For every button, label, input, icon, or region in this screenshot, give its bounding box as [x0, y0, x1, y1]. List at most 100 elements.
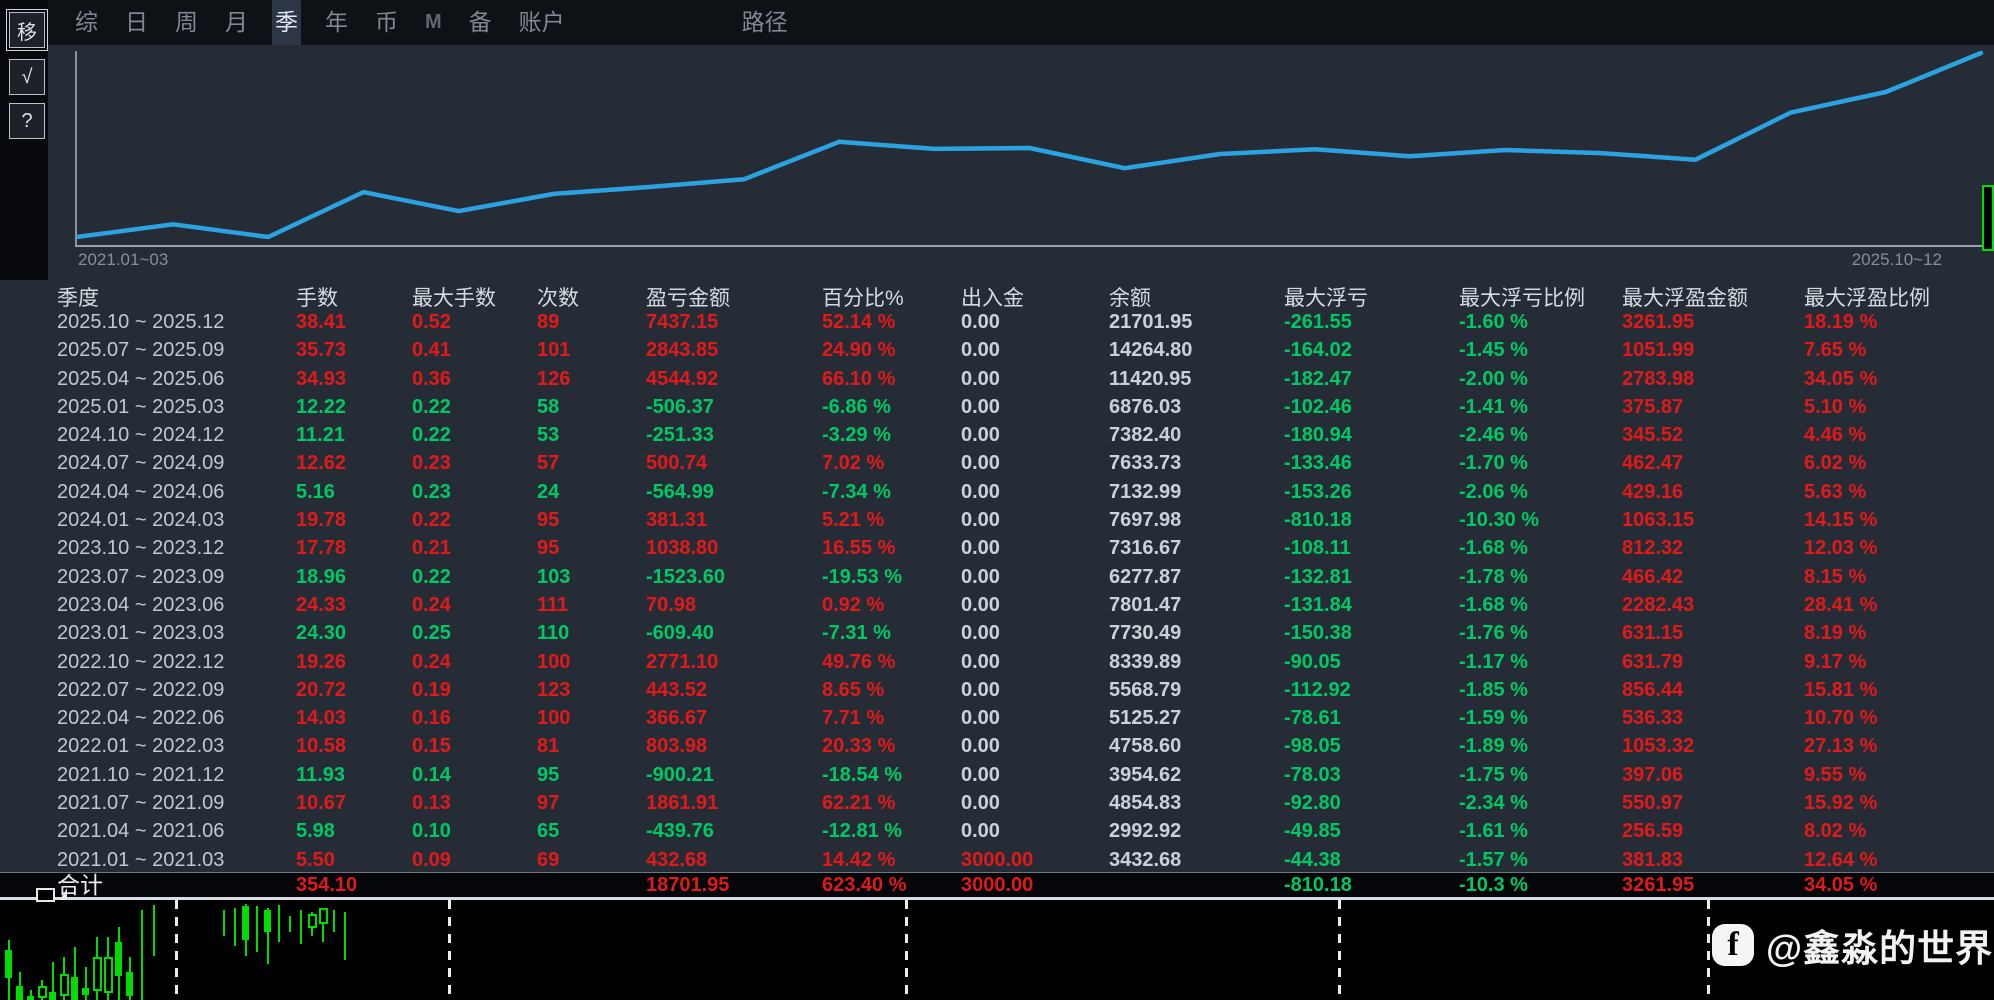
cell-max_fp: 631.15 [1622, 619, 1804, 647]
cell-max_dd: -108.11 [1284, 534, 1459, 562]
table-row[interactable]: 2023.04 ~ 2023.0624.330.2411170.980.92 %… [0, 591, 1994, 619]
menu-item-周[interactable]: 周 [172, 0, 201, 46]
menu-item-备[interactable]: 备 [466, 0, 495, 46]
table-row[interactable]: 2022.07 ~ 2022.0920.720.19123443.528.65 … [0, 676, 1994, 704]
equity-line [78, 53, 1981, 237]
cell-max_dd_pct: -2.46 % [1459, 421, 1622, 449]
candle-wick [289, 916, 291, 932]
cell-max_lots: 0.36 [412, 365, 537, 393]
cell-pnl: 1038.80 [646, 534, 822, 562]
cell-max_dd: -180.94 [1284, 421, 1459, 449]
cell-max_fp: 2783.98 [1622, 365, 1804, 393]
cell-period: 2022.01 ~ 2022.03 [57, 732, 296, 760]
menu-item-月[interactable]: 月 [222, 0, 251, 46]
total-cell-label: 合计 [57, 873, 296, 898]
cell-balance: 2992.92 [1109, 817, 1284, 845]
table-row[interactable]: 2023.10 ~ 2023.1217.780.21951038.8016.55… [0, 534, 1994, 562]
cell-max_dd_pct: -1.75 % [1459, 761, 1622, 789]
cell-max_fp_pct: 9.55 % [1804, 761, 1994, 789]
candle-body [49, 992, 56, 1000]
menu-item-季[interactable]: 季 [272, 0, 301, 46]
candle-body [82, 988, 89, 995]
cell-lots: 17.78 [296, 534, 412, 562]
cell-lots: 12.22 [296, 393, 412, 421]
table-row[interactable]: 2025.01 ~ 2025.0312.220.2258-506.37-6.86… [0, 393, 1994, 421]
cell-pnl: 7437.15 [646, 308, 822, 336]
cell-count: 126 [537, 365, 646, 393]
cell-balance: 6876.03 [1109, 393, 1284, 421]
cell-cash_flow: 0.00 [961, 619, 1109, 647]
cell-balance: 7382.40 [1109, 421, 1284, 449]
cell-max_dd_pct: -1.85 % [1459, 676, 1622, 704]
menu-item-路径[interactable]: 路径 [739, 0, 791, 46]
cell-count: 95 [537, 761, 646, 789]
cell-cash_flow: 0.00 [961, 308, 1109, 336]
axis-end-label: 2025.10~12 [1852, 250, 1942, 270]
cell-max_lots: 0.22 [412, 563, 537, 591]
cell-max_fp_pct: 7.65 % [1804, 336, 1994, 364]
cell-max_fp: 2282.43 [1622, 591, 1804, 619]
table-row[interactable]: 2022.10 ~ 2022.1219.260.241002771.1049.7… [0, 648, 1994, 676]
table-row[interactable]: 2023.07 ~ 2023.0918.960.22103-1523.60-19… [0, 563, 1994, 591]
cell-count: 123 [537, 676, 646, 704]
cell-pct: 62.21 % [822, 789, 961, 817]
cell-balance: 8339.89 [1109, 648, 1284, 676]
dashed-gridline [1707, 900, 1710, 1000]
table-row[interactable]: 2024.07 ~ 2024.0912.620.2357500.747.02 %… [0, 449, 1994, 477]
cell-balance: 7132.99 [1109, 478, 1284, 506]
table-row[interactable]: 2025.04 ~ 2025.0634.930.361264544.9266.1… [0, 365, 1994, 393]
table-row[interactable]: 2022.04 ~ 2022.0614.030.16100366.677.71 … [0, 704, 1994, 732]
table-row[interactable]: 2021.01 ~ 2021.035.500.0969432.6814.42 %… [0, 846, 1994, 874]
menu-item-M[interactable]: M [422, 0, 445, 46]
sidebar-button-move-icon[interactable]: 移 [9, 12, 45, 48]
cell-pnl: 803.98 [646, 732, 822, 760]
cell-cash_flow: 0.00 [961, 648, 1109, 676]
table-row[interactable]: 2022.01 ~ 2022.0310.580.1581803.9820.33 … [0, 732, 1994, 760]
sidebar-button-check-icon[interactable]: √ [9, 59, 45, 95]
table-row[interactable]: 2024.01 ~ 2024.0319.780.2295381.315.21 %… [0, 506, 1994, 534]
dashed-gridline [905, 900, 908, 1000]
cell-max_dd: -132.81 [1284, 563, 1459, 591]
menu-item-日[interactable]: 日 [122, 0, 151, 46]
table-row[interactable]: 2021.10 ~ 2021.1211.930.1495-900.21-18.5… [0, 761, 1994, 789]
table-row[interactable]: 2023.01 ~ 2023.0324.300.25110-609.40-7.3… [0, 619, 1994, 647]
table-row[interactable]: 2025.07 ~ 2025.0935.730.411012843.8524.9… [0, 336, 1994, 364]
cell-max_fp: 856.44 [1622, 676, 1804, 704]
cell-max_fp: 1051.99 [1622, 336, 1804, 364]
cell-cash_flow: 0.00 [961, 789, 1109, 817]
table-row[interactable]: 2024.10 ~ 2024.1211.210.2253-251.33-3.29… [0, 421, 1994, 449]
cell-balance: 7633.73 [1109, 449, 1284, 477]
sidebar-button-help-icon[interactable]: ? [9, 103, 45, 139]
cell-max_fp_pct: 6.02 % [1804, 449, 1994, 477]
menu-items: 综日周月季年币M备账户 路径 [72, 0, 791, 45]
cell-count: 101 [537, 336, 646, 364]
cell-count: 100 [537, 648, 646, 676]
cell-period: 2023.04 ~ 2023.06 [57, 591, 296, 619]
cell-pnl: 381.31 [646, 506, 822, 534]
cell-count: 97 [537, 789, 646, 817]
corner-triangle-icon[interactable] [60, 888, 67, 900]
menu-item-账户[interactable]: 账户 [516, 0, 568, 46]
resize-handle-icon[interactable] [36, 888, 55, 902]
cell-max_dd_pct: -1.68 % [1459, 534, 1622, 562]
dashed-gridline [175, 900, 178, 1000]
cell-period: 2023.10 ~ 2023.12 [57, 534, 296, 562]
cell-max_dd: -112.92 [1284, 676, 1459, 704]
cell-max_dd: -102.46 [1284, 393, 1459, 421]
table-row[interactable]: 2021.04 ~ 2021.065.980.1065-439.76-12.81… [0, 817, 1994, 845]
cell-pct: -18.54 % [822, 761, 961, 789]
menu-item-币[interactable]: 币 [372, 0, 401, 46]
cell-pnl: -1523.60 [646, 563, 822, 591]
candle-body [104, 957, 113, 993]
candle-body [60, 974, 69, 996]
table-row[interactable]: 2024.04 ~ 2024.065.160.2324-564.99-7.34 … [0, 478, 1994, 506]
cell-max_fp: 536.33 [1622, 704, 1804, 732]
menu-item-年[interactable]: 年 [322, 0, 351, 46]
menu-item-综[interactable]: 综 [72, 0, 101, 46]
total-cell-pnl: 18701.95 [646, 873, 822, 898]
cell-max_fp_pct: 12.03 % [1804, 534, 1994, 562]
cell-max_dd: -153.26 [1284, 478, 1459, 506]
table-row[interactable]: 2021.07 ~ 2021.0910.670.13971861.9162.21… [0, 789, 1994, 817]
cell-max_lots: 0.22 [412, 421, 537, 449]
table-row[interactable]: 2025.10 ~ 2025.1238.410.52897437.1552.14… [0, 308, 1994, 336]
